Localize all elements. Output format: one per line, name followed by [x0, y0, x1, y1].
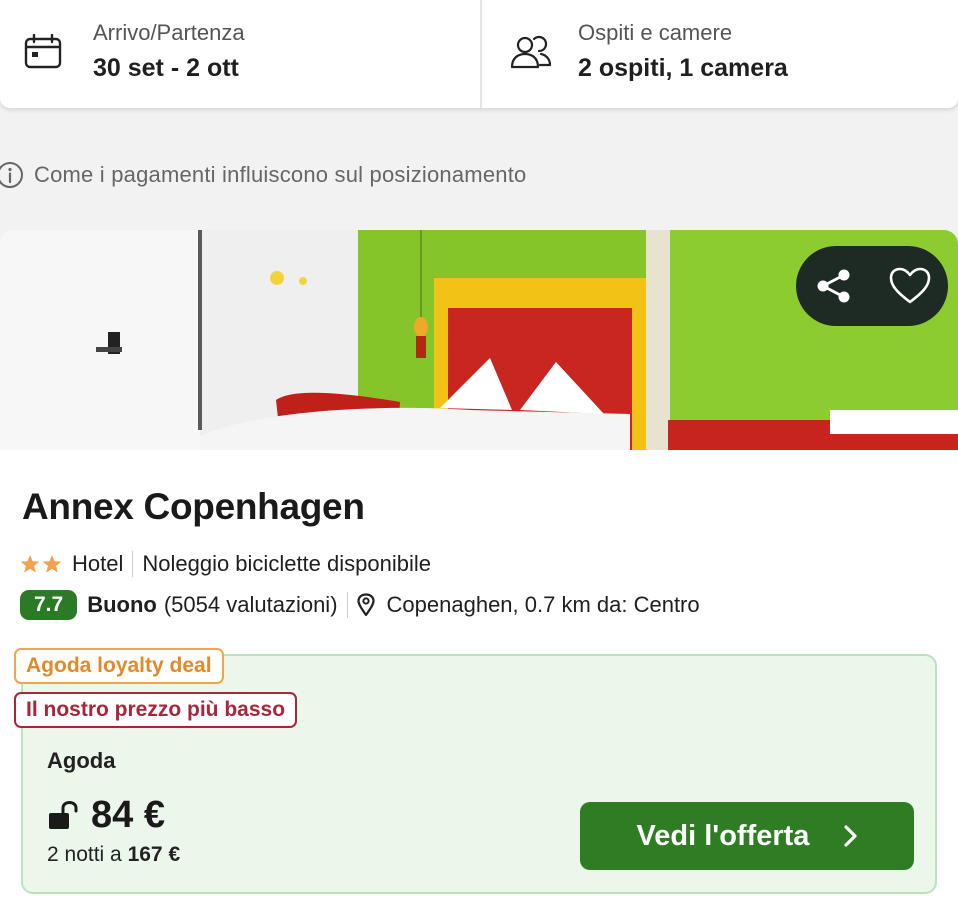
- price: 84 €: [91, 794, 165, 836]
- hotel-name[interactable]: Annex Copenhagen: [22, 486, 365, 528]
- dates-value: 30 set - 2 ott: [93, 54, 239, 82]
- total-prefix: 2 notti a: [47, 843, 122, 866]
- loyalty-deal-tag: Agoda loyalty deal: [14, 648, 224, 684]
- lowest-price-tag: Il nostro prezzo più basso: [14, 692, 298, 728]
- users-icon: [510, 34, 552, 75]
- calendar-icon: [24, 33, 62, 75]
- guests-selector[interactable]: Ospiti e camere 2 ospiti, 1 camera: [482, 0, 958, 108]
- share-icon: [814, 266, 854, 306]
- price-row: 84 €: [47, 794, 165, 837]
- guests-value: 2 ospiti, 1 camera: [578, 54, 788, 82]
- info-icon: [0, 161, 24, 189]
- favorite-button[interactable]: [872, 246, 948, 326]
- amenity-text: Noleggio biciclette disponibile: [142, 551, 431, 576]
- view-deal-label: Vedi l'offerta: [636, 819, 810, 852]
- payments-ranking-note[interactable]: Come i pagamenti influiscono sul posizio…: [0, 161, 526, 189]
- photo-actions: [796, 246, 948, 326]
- unlock-icon: [47, 800, 79, 831]
- share-button[interactable]: [796, 246, 872, 326]
- review-count[interactable]: (5054 valutazioni): [164, 592, 338, 618]
- heart-icon: [889, 267, 931, 305]
- hotel-meta-row: Hotel Noleggio biciclette disponibile: [20, 551, 431, 577]
- score-badge: 7.7: [20, 590, 78, 620]
- meta-divider: [132, 551, 134, 577]
- location-text: Copenaghen, 0.7 km da: Centro: [386, 592, 700, 617]
- total-price-row: 2 notti a 167 €: [47, 843, 180, 867]
- total-price: 167 €: [127, 843, 181, 866]
- star-rating: [20, 554, 64, 574]
- provider-name: Agoda: [47, 748, 116, 773]
- view-deal-button[interactable]: Vedi l'offerta: [580, 802, 914, 870]
- hotel-photo[interactable]: [0, 230, 958, 450]
- dates-label: Arrivo/Partenza: [93, 20, 245, 45]
- hotel-type: Hotel: [72, 551, 124, 576]
- payments-note-text: Come i pagamenti influiscono sul posizio…: [34, 162, 527, 187]
- dates-selector[interactable]: Arrivo/Partenza 30 set - 2 ott: [0, 0, 480, 108]
- guests-label: Ospiti e camere: [578, 20, 733, 45]
- rating-row: 7.7 Buono (5054 valutazioni) Copenaghen,…: [20, 588, 700, 622]
- location-pin-icon: [356, 593, 375, 617]
- meta-divider: [346, 592, 348, 618]
- chevron-right-icon: [843, 825, 858, 847]
- rating-word: Buono: [87, 592, 157, 617]
- search-bar: Arrivo/Partenza 30 set - 2 ott Ospiti e …: [0, 0, 958, 108]
